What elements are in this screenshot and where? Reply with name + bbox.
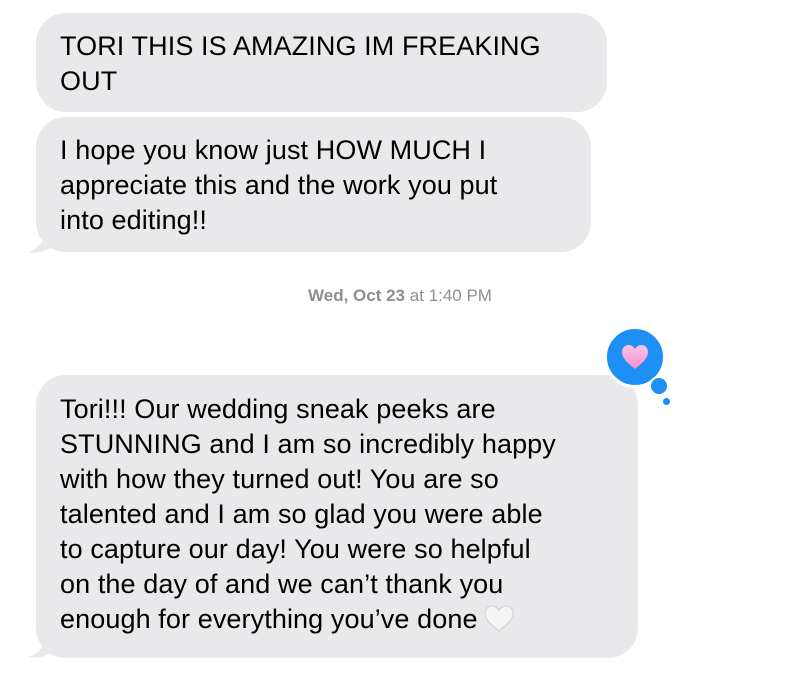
message-text-line: with how they turned out! You are so [60,464,499,494]
message-text: enough for everything you’ve done [60,604,478,634]
timestamp-time: at 1:40 PM [409,286,492,305]
message-text-line: to capture our day! You were so helpful [60,534,531,564]
message-text-line: enough for everything you’ve done [60,602,614,637]
bubble-tail [28,631,54,658]
timestamp-date: Wed, Oct 23 [308,286,406,305]
message-text-line: appreciate this and the work you put [60,170,498,200]
message-bubble-received[interactable]: I hope you know just HOW MUCH I apprecia… [36,117,591,252]
message-text-line: talented and I am so glad you were able [60,499,543,529]
tapback-bubble-dot [649,376,669,396]
pink-heart-icon [622,345,648,369]
message-text-line: STUNNING and I am so incredibly happy [60,429,556,459]
message-text-line: OUT [60,66,118,96]
message-text-line: Tori!!! Our wedding sneak peeks are [60,394,496,424]
message-bubble-received[interactable]: TORI THIS IS AMAZING IM FREAKING OUT [36,13,607,112]
message-text-line: into editing!! [60,205,207,235]
timestamp: Wed, Oct 23 at 1:40 PM [0,286,800,306]
white-heart-icon [484,605,514,632]
message-text-line: I hope you know just HOW MUCH I [60,135,487,165]
tapback-bubble-dot [663,398,670,405]
message-text-line: on the day of and we can’t thank you [60,569,504,599]
bubble-tail [28,226,54,253]
message-bubble-received[interactable]: Tori!!! Our wedding sneak peeks are STUN… [36,375,638,658]
message-text-line: TORI THIS IS AMAZING IM FREAKING [60,31,541,61]
